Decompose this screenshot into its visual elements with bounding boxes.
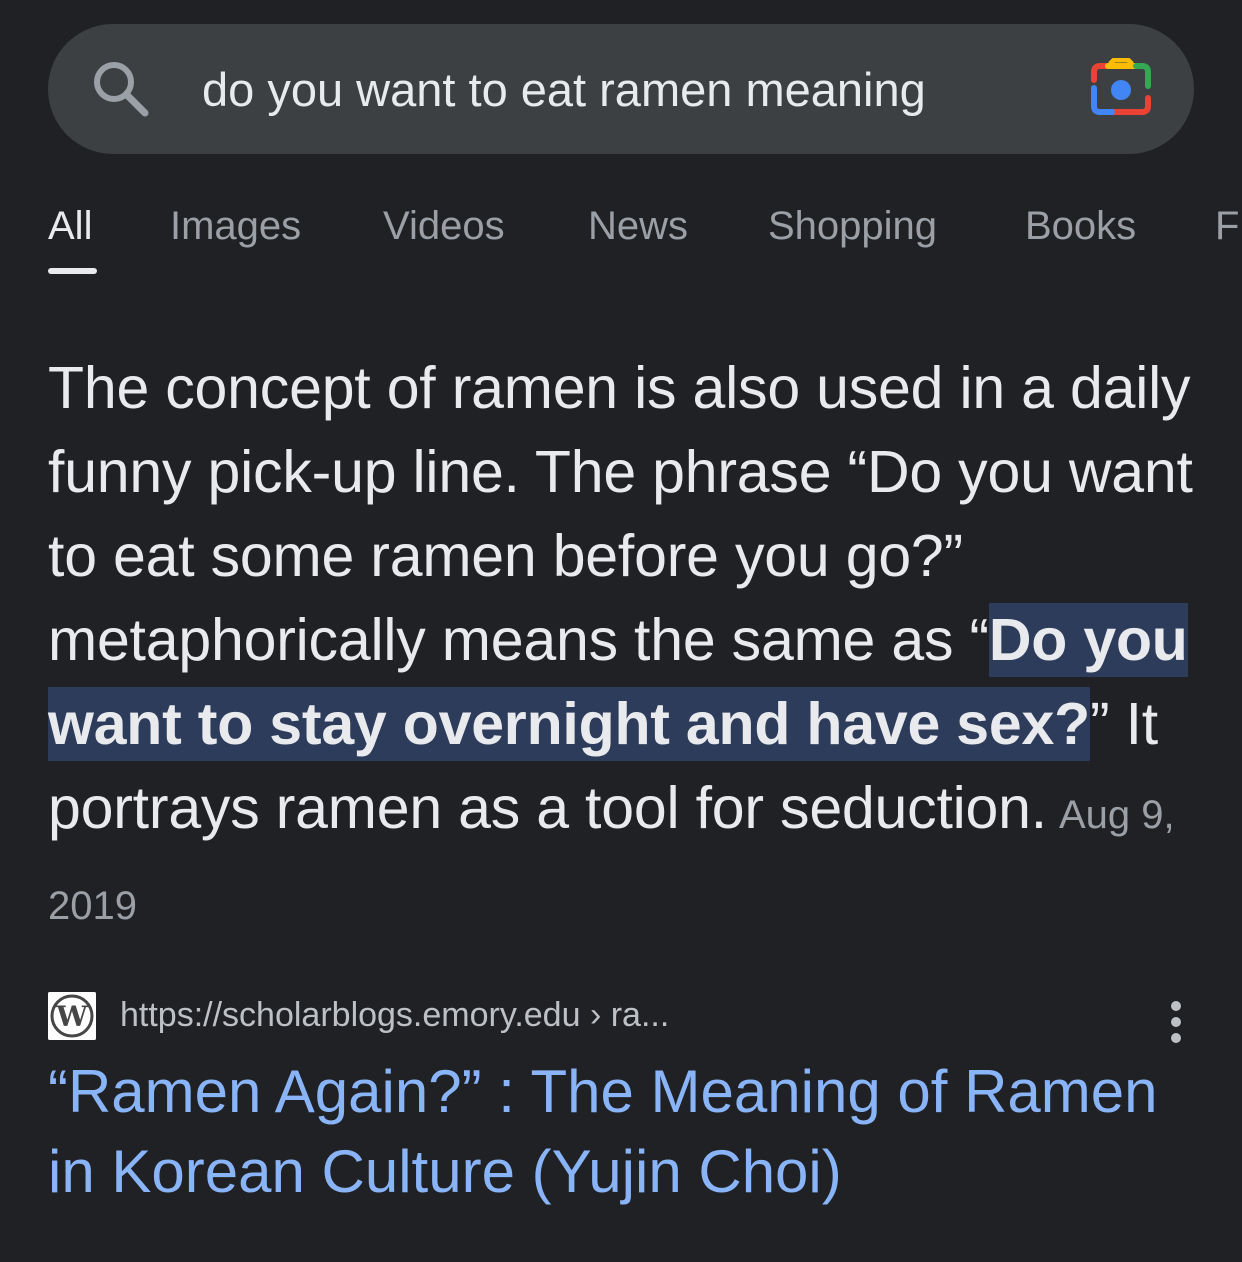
tab-news[interactable]: News: [588, 204, 688, 249]
result-title-link[interactable]: “Ramen Again?” : The Meaning of Ramen in…: [48, 1052, 1208, 1212]
tab-books[interactable]: Books: [1025, 204, 1136, 249]
tab-images[interactable]: Images: [170, 204, 301, 249]
google-lens-icon[interactable]: [1088, 58, 1154, 120]
svg-text:W: W: [55, 1000, 88, 1033]
wordpress-icon: W: [48, 992, 96, 1040]
result-url[interactable]: https://scholarblogs.emory.edu › ra...: [120, 996, 669, 1035]
tab-more[interactable]: F: [1215, 204, 1239, 249]
tab-all[interactable]: All: [48, 204, 92, 249]
result-source[interactable]: W https://scholarblogs.emory.edu › ra...: [48, 990, 1198, 1044]
more-vert-icon[interactable]: [1164, 1000, 1188, 1044]
tab-videos[interactable]: Videos: [383, 204, 505, 249]
active-tab-indicator: [48, 268, 97, 274]
search-tabs: All Images Videos News Shopping Books F: [0, 204, 1242, 278]
tab-shopping[interactable]: Shopping: [768, 204, 937, 249]
search-input[interactable]: do you want to eat ramen meaning: [202, 62, 926, 117]
search-icon[interactable]: [90, 58, 152, 120]
featured-snippet: The concept of ramen is also used in a d…: [48, 346, 1208, 948]
